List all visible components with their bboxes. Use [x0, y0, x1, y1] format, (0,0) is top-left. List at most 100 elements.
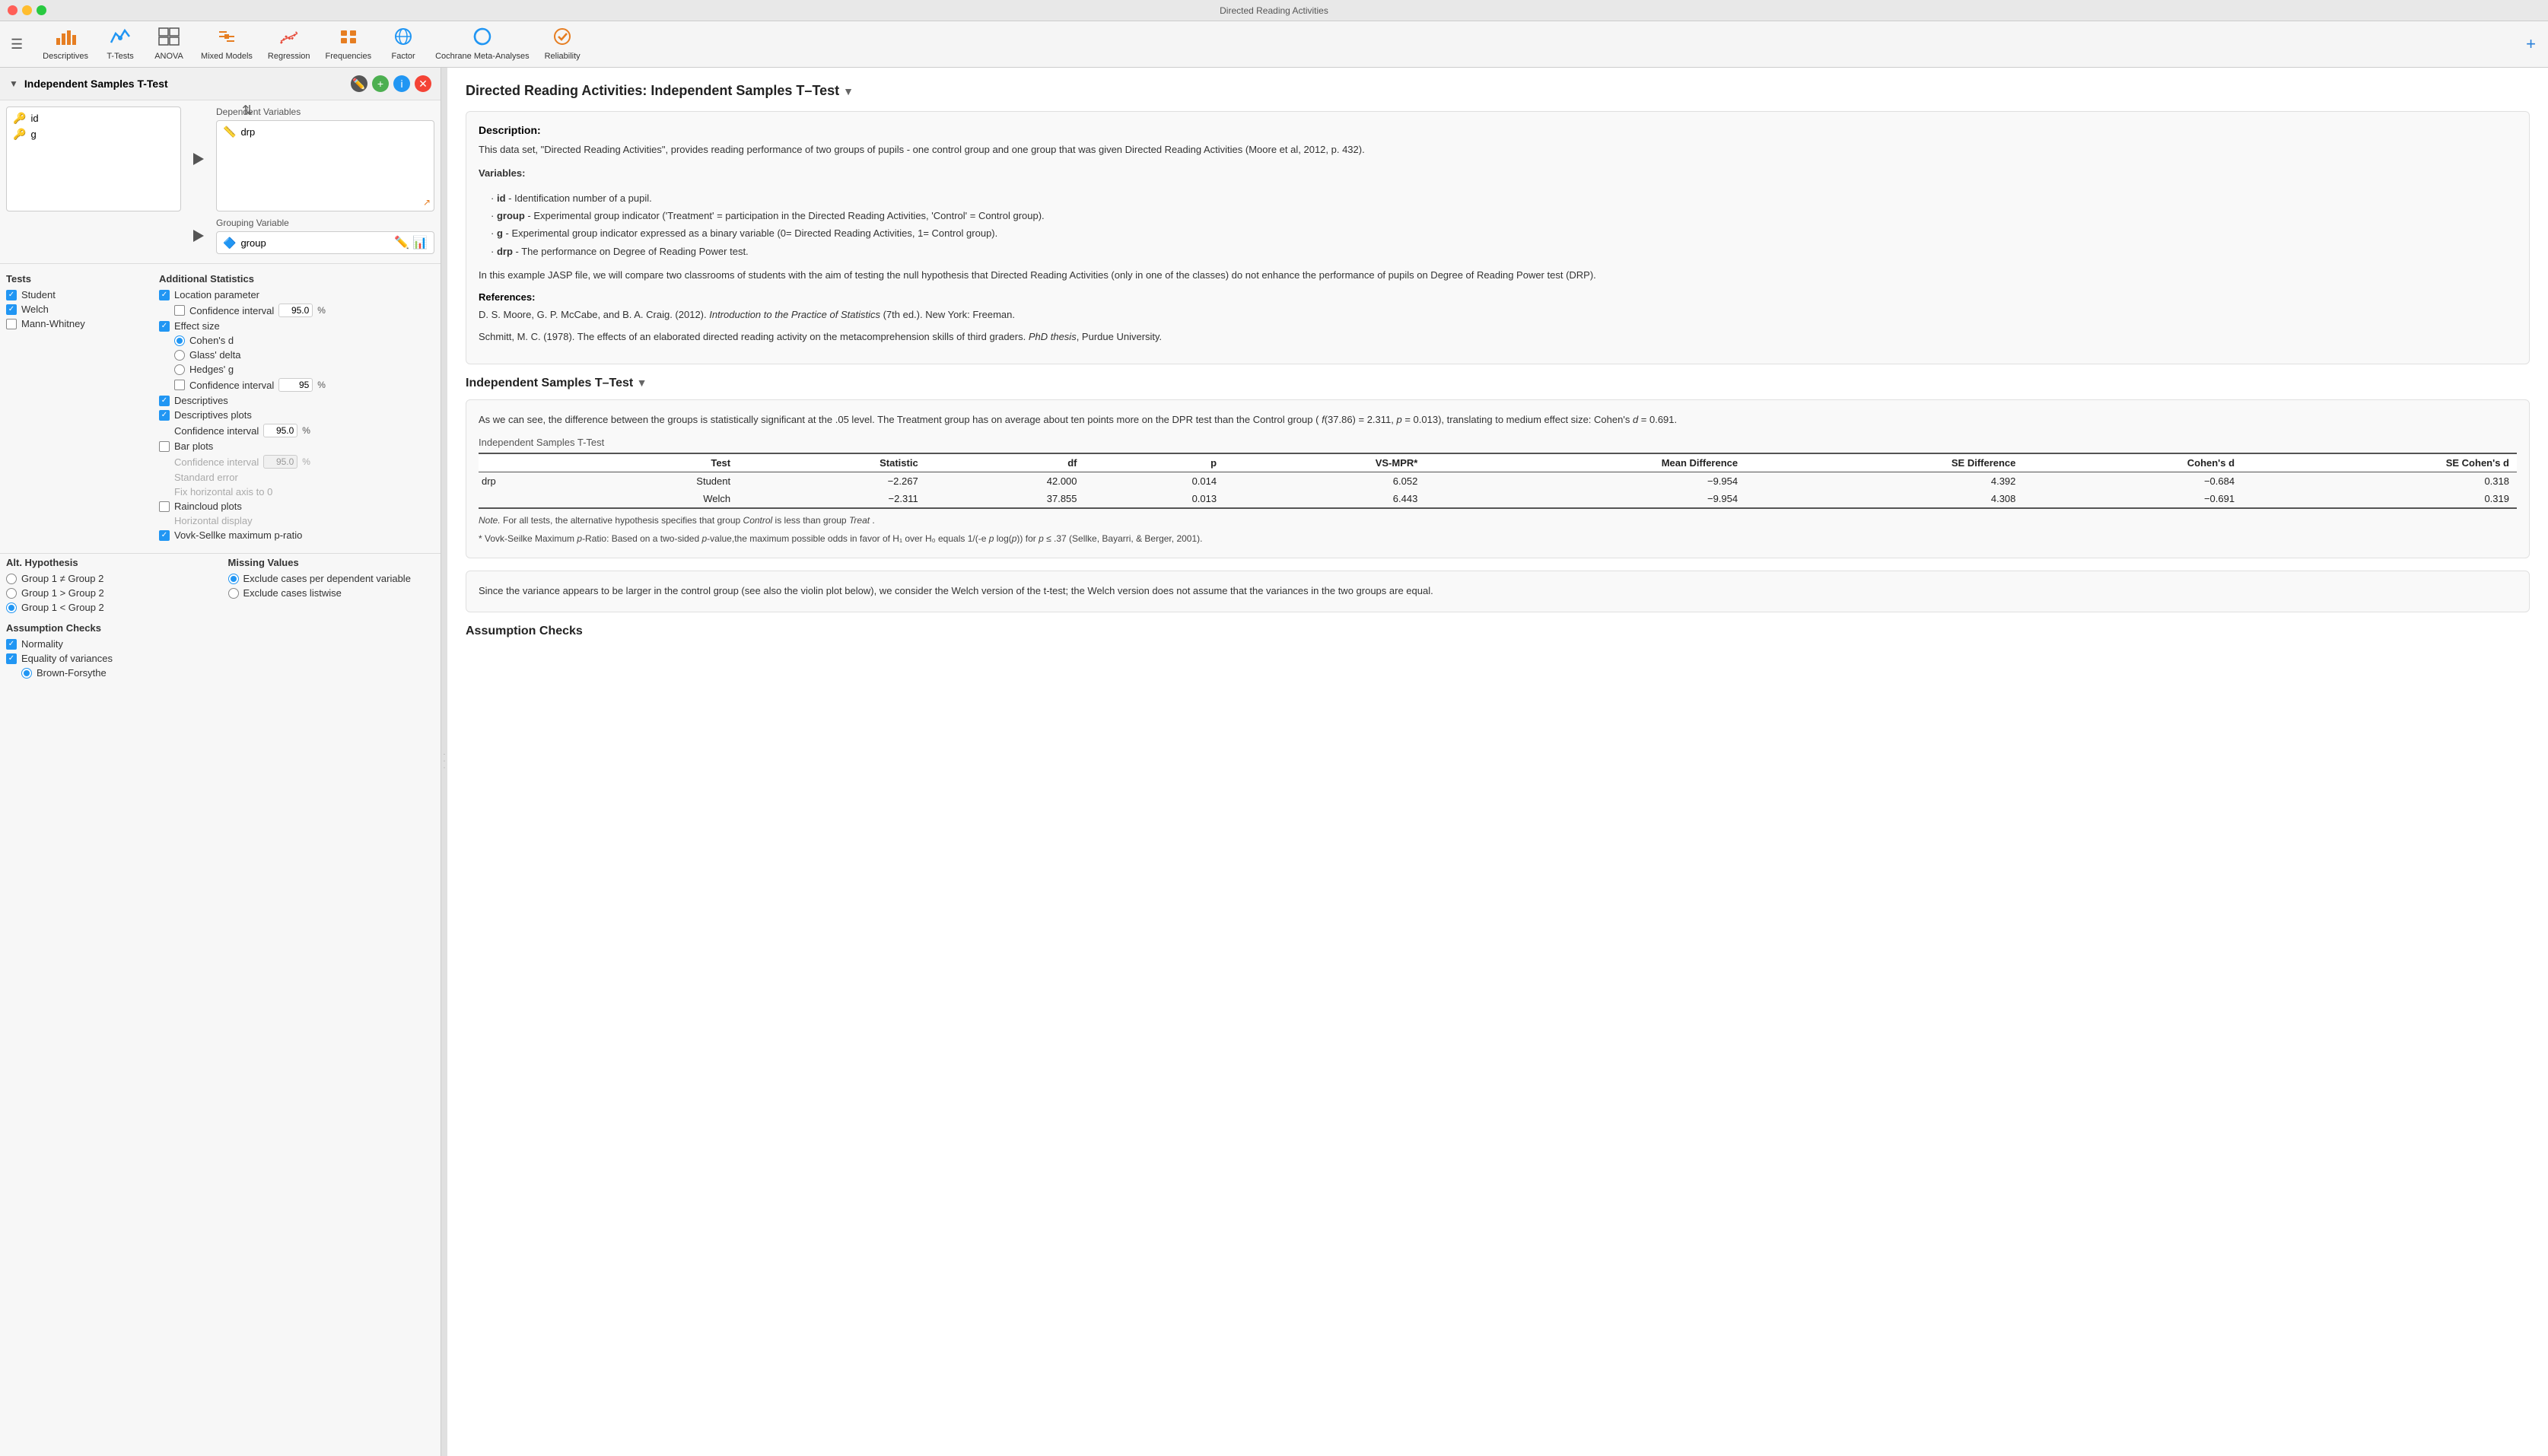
variable-list: 🔑 id 🔑 g ⇅ [6, 106, 181, 211]
toolbar-descriptives[interactable]: Descriptives [37, 24, 94, 64]
toolbar-descriptives-label: Descriptives [43, 52, 88, 61]
descriptives-plots-option[interactable]: Descriptives plots [159, 409, 434, 421]
welch-checkbox[interactable] [6, 304, 17, 315]
close-button[interactable] [8, 5, 17, 15]
raincloud-option[interactable]: Raincloud plots [159, 501, 434, 512]
descriptives-checkbox[interactable] [159, 396, 170, 406]
location-param-option[interactable]: Location parameter [159, 289, 434, 300]
equality-var-label: Equality of variances [21, 653, 113, 664]
toolbar-regression[interactable]: Regression [262, 24, 317, 64]
vovk-option[interactable]: Vovk-Sellke maximum p-ratio [159, 529, 434, 541]
chart-grouping-icon[interactable]: 📊 [412, 235, 428, 250]
toolbar-factor-label: Factor [392, 52, 415, 61]
equality-var-option[interactable]: Equality of variances [6, 653, 213, 664]
ttests-icon [110, 27, 131, 50]
t-test-title-arrow[interactable]: ▼ [637, 377, 647, 389]
effect-size-checkbox[interactable] [159, 321, 170, 332]
cell-secd1: 0.318 [2242, 472, 2517, 491]
toolbar-frequencies[interactable]: Frequencies [320, 24, 378, 64]
toolbar-cochrane[interactable]: Cochrane Meta-Analyses [429, 24, 536, 64]
toolbar-ttests[interactable]: T-Tests [97, 24, 143, 64]
vovk-checkbox[interactable] [159, 530, 170, 541]
student-option[interactable]: Student [6, 289, 144, 300]
ci-location-label: Confidence interval [189, 305, 274, 316]
cohens-d-option[interactable]: Cohen's d [174, 335, 434, 346]
cell-mean2: −9.954 [1425, 490, 1745, 508]
exclude-dependent-radio[interactable] [228, 574, 239, 584]
toolbar-anova[interactable]: ANOVA [146, 24, 192, 64]
arrow-right-icon [193, 153, 204, 165]
sort-button[interactable]: ⇅ [242, 103, 253, 119]
bar-plots-checkbox[interactable] [159, 441, 170, 452]
ci-location-checkbox[interactable] [174, 305, 185, 316]
add-analysis-button[interactable]: + [2526, 34, 2536, 54]
ci-location-input[interactable] [278, 304, 313, 317]
edit-grouping-icon[interactable]: ✏️ [394, 235, 409, 250]
alt-hyp-gt-radio[interactable] [6, 588, 17, 599]
col-var [479, 453, 566, 472]
variable-g[interactable]: 🔑 g [10, 126, 177, 142]
variable-id[interactable]: 🔑 id [10, 110, 177, 126]
mann-whitney-checkbox[interactable] [6, 319, 17, 329]
ci-effect-input[interactable] [278, 378, 313, 392]
move-to-dependent-button[interactable] [187, 106, 210, 211]
info-button[interactable]: i [393, 75, 410, 92]
collapse-arrow[interactable]: ▼ [9, 78, 18, 89]
normality-option[interactable]: Normality [6, 638, 213, 650]
grouping-var-icon: 🔷 [223, 237, 236, 250]
hamburger-menu[interactable]: ☰ [6, 32, 27, 57]
toolbar-mixed-models[interactable]: Mixed Models [195, 24, 259, 64]
results-title-text: Directed Reading Activities: Independent… [466, 83, 839, 98]
mann-whitney-option[interactable]: Mann-Whitney [6, 318, 144, 329]
toolbar-factor[interactable]: Factor [380, 24, 426, 64]
hedges-g-radio[interactable] [174, 364, 185, 375]
exclude-listwise-radio[interactable] [228, 588, 239, 599]
variable-id-label: id [30, 113, 38, 124]
window-controls[interactable] [8, 5, 46, 15]
vovk-label: Vovk-Sellke maximum p-ratio [174, 529, 302, 541]
panel-resize-handle[interactable]: · · · [441, 68, 447, 1456]
location-param-checkbox[interactable] [159, 290, 170, 300]
dependent-item-drp[interactable]: 📏 drp [220, 124, 431, 140]
alt-hyp-neq[interactable]: Group 1 ≠ Group 2 [6, 573, 213, 584]
exclude-listwise-option[interactable]: Exclude cases listwise [228, 587, 435, 599]
var-g-desc: g - Experimental group indicator express… [491, 224, 2517, 242]
assumption-checks-heading: Assumption Checks [466, 625, 2530, 638]
results-title-arrow[interactable]: ▼ [843, 85, 854, 97]
equality-var-checkbox[interactable] [6, 653, 17, 664]
brown-forsythe-option[interactable]: Brown-Forsythe [21, 667, 213, 679]
edit-button[interactable]: ✏️ [351, 75, 367, 92]
welch-option[interactable]: Welch [6, 304, 144, 315]
toolbar-reliability[interactable]: Reliability [539, 24, 587, 64]
alt-hyp-neq-radio[interactable] [6, 574, 17, 584]
raincloud-checkbox[interactable] [159, 501, 170, 512]
glass-delta-option[interactable]: Glass' delta [174, 349, 434, 361]
toolbar-reliability-label: Reliability [545, 52, 581, 61]
glass-delta-radio[interactable] [174, 350, 185, 361]
effect-size-option[interactable]: Effect size [159, 320, 434, 332]
minimize-button[interactable] [22, 5, 32, 15]
normality-checkbox[interactable] [6, 639, 17, 650]
descriptives-option[interactable]: Descriptives [159, 395, 434, 406]
move-to-grouping-button[interactable] [187, 218, 210, 254]
hedges-g-option[interactable]: Hedges' g [174, 364, 434, 375]
close-panel-button[interactable]: ✕ [415, 75, 431, 92]
brown-forsythe-radio[interactable] [21, 668, 32, 679]
desc-intro-text: This data set, "Directed Reading Activit… [479, 142, 2517, 158]
ci-effect-checkbox[interactable] [174, 380, 185, 390]
add-button[interactable]: + [372, 75, 389, 92]
alt-hyp-lt[interactable]: Group 1 < Group 2 [6, 602, 213, 613]
exclude-dependent-option[interactable]: Exclude cases per dependent variable [228, 573, 435, 584]
maximize-button[interactable] [37, 5, 46, 15]
descriptives-plots-checkbox[interactable] [159, 410, 170, 421]
student-checkbox[interactable] [6, 290, 17, 300]
std-error-label: Standard error [174, 472, 238, 483]
grouping-label: Grouping Variable [216, 218, 434, 228]
descriptives-plots-label: Descriptives plots [174, 409, 252, 421]
welch-label: Welch [21, 304, 49, 315]
alt-hyp-lt-radio[interactable] [6, 602, 17, 613]
desc-ci-input[interactable] [263, 424, 297, 437]
cohens-d-radio[interactable] [174, 335, 185, 346]
bar-plots-option[interactable]: Bar plots [159, 440, 434, 452]
alt-hyp-gt[interactable]: Group 1 > Group 2 [6, 587, 213, 599]
